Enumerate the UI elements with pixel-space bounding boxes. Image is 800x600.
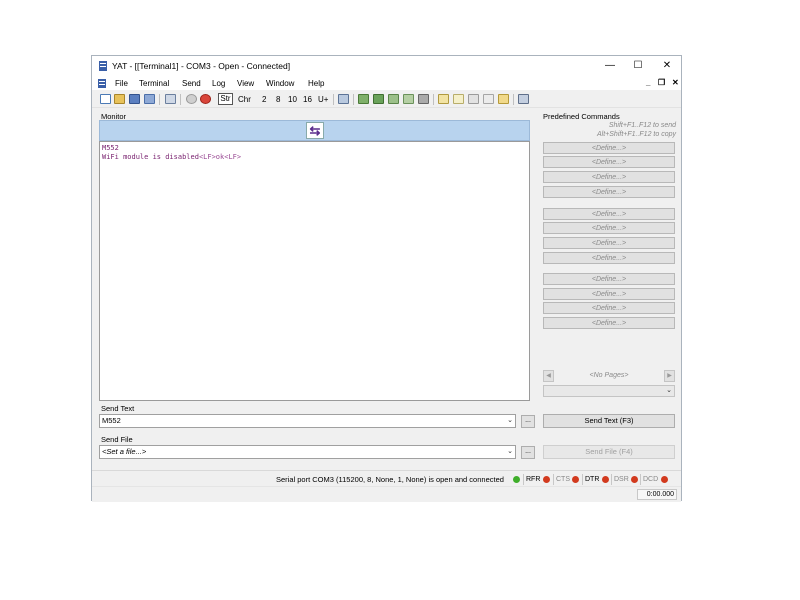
signal-dcd: DCD xyxy=(640,474,658,485)
app-window: YAT - [[Terminal1] - COM3 - Open - Conne… xyxy=(91,55,682,502)
check-icon[interactable] xyxy=(453,94,464,104)
connection-status-text: Serial port COM3 (115200, 8, None, 1, No… xyxy=(276,475,504,484)
monitor-line: M552 xyxy=(102,144,119,152)
send-text-input[interactable]: M552 ⌄ xyxy=(99,414,516,428)
send-file-input[interactable]: <Set a file...> ⌄ xyxy=(99,445,516,459)
define-command-button[interactable]: <Define...> xyxy=(543,302,675,314)
copy-icon[interactable] xyxy=(468,94,479,104)
toolbar: Str Chr 2 8 10 16 U+ xyxy=(92,91,681,108)
mdi-restore-button[interactable]: ❐ xyxy=(658,78,665,87)
next-page-button[interactable]: ▶ xyxy=(664,370,675,382)
radix-bin-button[interactable]: 2 xyxy=(262,95,266,104)
define-command-button[interactable]: <Define...> xyxy=(543,186,675,198)
mdi-minimize-button[interactable]: _ xyxy=(646,78,650,87)
radix-oct-button[interactable]: 8 xyxy=(276,95,280,104)
menu-file[interactable]: File xyxy=(115,79,128,88)
predefined-commands-label: Predefined Commands xyxy=(543,112,620,121)
window-title: YAT - [[Terminal1] - COM3 - Open - Conne… xyxy=(112,61,291,71)
define-command-button[interactable]: <Define...> xyxy=(543,142,675,154)
dcd-led-icon xyxy=(661,476,668,483)
monitor-header: ⇆ xyxy=(99,120,530,141)
swap-direction-icon[interactable]: ⇆ xyxy=(306,122,324,139)
menu-terminal[interactable]: Terminal xyxy=(139,79,169,88)
define-command-button[interactable]: <Define...> xyxy=(543,237,675,249)
no-pages-label: <No Pages> xyxy=(589,372,629,379)
radix-str-button[interactable]: Str xyxy=(218,93,233,105)
define-command-button[interactable]: <Define...> xyxy=(543,171,675,183)
signal-rfr[interactable]: RFR xyxy=(523,474,540,485)
open-port-icon[interactable] xyxy=(186,94,197,104)
monitor-line: WiFi module is disabled<LF>ok<LF> xyxy=(102,153,242,161)
title-bar[interactable]: YAT - [[Terminal1] - COM3 - Open - Conne… xyxy=(92,56,681,76)
find-icon[interactable] xyxy=(483,94,494,104)
dtr-led-icon xyxy=(602,476,609,483)
log-open-icon[interactable] xyxy=(403,94,414,104)
yat-app-icon xyxy=(99,61,107,71)
send-file-label: Send File xyxy=(101,435,133,444)
define-command-button[interactable]: <Define...> xyxy=(543,288,675,300)
terminal-settings-icon[interactable] xyxy=(165,94,176,104)
menu-log[interactable]: Log xyxy=(212,79,225,88)
menu-bar: File Terminal Send Log View Window Help … xyxy=(92,76,681,90)
chart-icon[interactable] xyxy=(518,94,529,104)
mdi-close-button[interactable]: ✕ xyxy=(672,78,679,87)
radix-chr-button[interactable]: Chr xyxy=(238,95,251,104)
minimize-button[interactable]: — xyxy=(597,58,623,74)
print-icon[interactable] xyxy=(418,94,429,104)
chevron-down-icon[interactable]: ⌄ xyxy=(507,415,513,427)
send-text-options-button[interactable]: ... xyxy=(521,415,535,428)
new-terminal-icon[interactable] xyxy=(100,94,111,104)
radix-dec-button[interactable]: 10 xyxy=(288,95,297,104)
define-command-button[interactable]: <Define...> xyxy=(543,208,675,220)
connected-led-icon xyxy=(513,476,520,483)
cts-led-icon xyxy=(572,476,579,483)
timer-bar: 0:00.000 xyxy=(92,486,681,502)
format-icon[interactable] xyxy=(438,94,449,104)
maximize-button[interactable]: ☐ xyxy=(625,58,651,74)
page-select[interactable]: ⌄ xyxy=(543,385,675,397)
signal-dtr[interactable]: DTR xyxy=(582,474,599,485)
define-command-button[interactable]: <Define...> xyxy=(543,222,675,234)
send-text-label: Send Text xyxy=(101,404,135,413)
monitor-settings-icon[interactable] xyxy=(338,94,349,104)
predefined-copy-hint: Alt+Shift+F1..F12 to copy xyxy=(597,131,676,138)
monitor-view[interactable]: M552 WiFi module is disabled<LF>ok<LF> xyxy=(99,141,530,401)
chevron-down-icon: ⌄ xyxy=(666,387,672,394)
define-command-button[interactable]: <Define...> xyxy=(543,317,675,329)
send-text-button[interactable]: Send Text (F3) xyxy=(543,414,675,428)
menu-send[interactable]: Send xyxy=(182,79,201,88)
define-command-button[interactable]: <Define...> xyxy=(543,273,675,285)
menu-view[interactable]: View xyxy=(237,79,254,88)
log-off-icon[interactable] xyxy=(373,94,384,104)
find-next-icon[interactable] xyxy=(498,94,509,104)
menu-help[interactable]: Help xyxy=(308,79,324,88)
log-clear-icon[interactable] xyxy=(388,94,399,104)
dsr-led-icon xyxy=(631,476,638,483)
previous-page-button[interactable]: ◀ xyxy=(543,370,554,382)
chevron-down-icon[interactable]: ⌄ xyxy=(507,446,513,458)
close-button[interactable]: ✕ xyxy=(654,58,680,74)
signal-dsr: DSR xyxy=(611,474,629,485)
close-port-icon[interactable] xyxy=(200,94,211,104)
signal-cts: CTS xyxy=(553,474,570,485)
elapsed-timer: 0:00.000 xyxy=(637,489,677,500)
save-all-icon[interactable] xyxy=(144,94,155,104)
radix-unicode-button[interactable]: U+ xyxy=(318,95,328,104)
log-on-icon[interactable] xyxy=(358,94,369,104)
send-file-browse-button[interactable]: ... xyxy=(521,446,535,459)
status-bar: Serial port COM3 (115200, 8, None, 1, No… xyxy=(92,470,681,487)
save-icon[interactable] xyxy=(129,94,140,104)
send-file-button[interactable]: Send File (F4) xyxy=(543,445,675,459)
open-folder-icon[interactable] xyxy=(114,94,125,104)
page-navigator: ◀ <No Pages> ▶ xyxy=(543,370,675,382)
radix-hex-button[interactable]: 16 xyxy=(303,95,312,104)
define-command-button[interactable]: <Define...> xyxy=(543,252,675,264)
define-command-button[interactable]: <Define...> xyxy=(543,156,675,168)
predefined-send-hint: Shift+F1..F12 to send xyxy=(608,122,676,129)
rfr-led-icon xyxy=(543,476,550,483)
terminal-doc-icon xyxy=(98,79,106,88)
menu-window[interactable]: Window xyxy=(266,79,294,88)
